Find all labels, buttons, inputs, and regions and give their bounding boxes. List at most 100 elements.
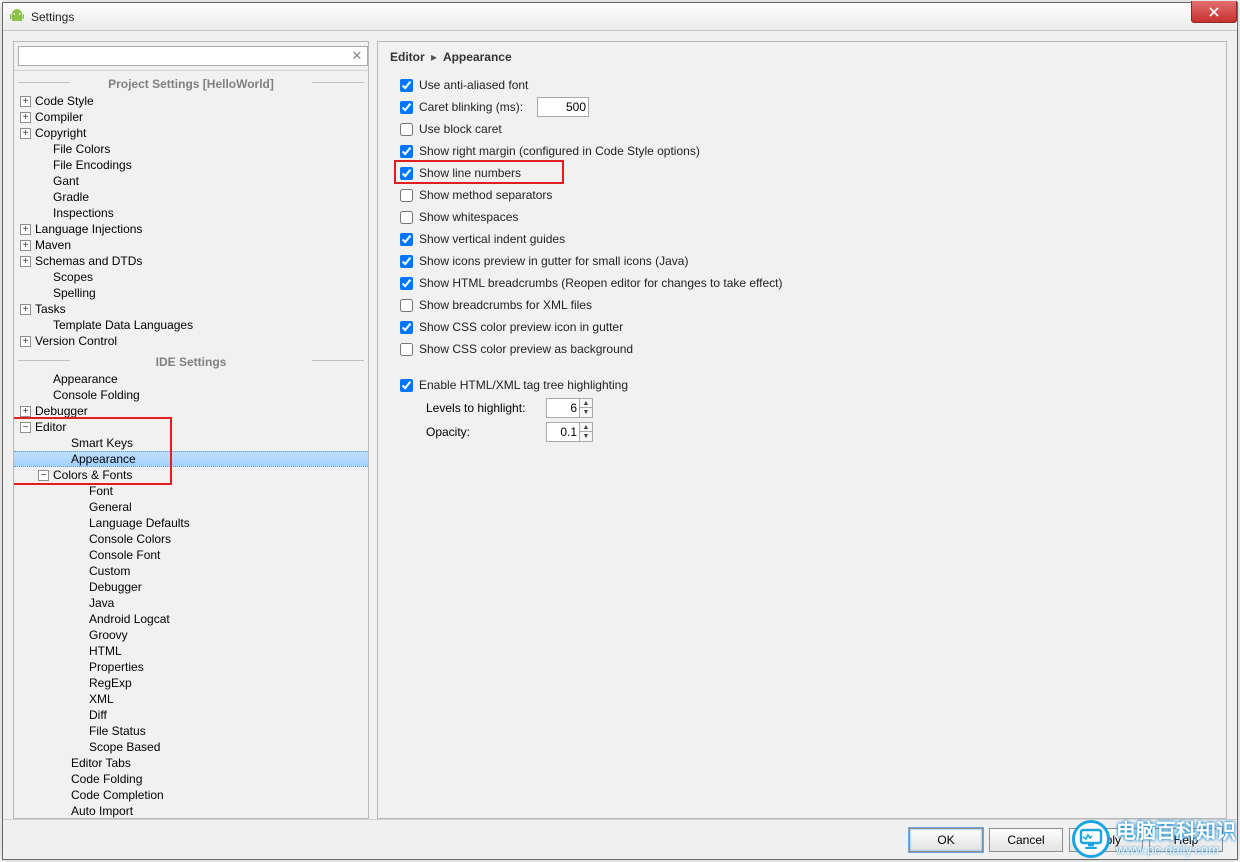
tree-item[interactable]: Gant <box>14 173 368 189</box>
expand-icon[interactable]: + <box>20 240 31 251</box>
window-title: Settings <box>31 10 74 24</box>
close-button[interactable] <box>1191 1 1237 23</box>
tree-item[interactable]: Appearance <box>14 451 368 467</box>
app-icon <box>9 9 25 25</box>
tree-item[interactable]: File Status <box>14 723 368 739</box>
option-checkbox[interactable] <box>400 189 413 202</box>
expand-icon[interactable]: + <box>20 224 31 235</box>
tree-item-label: Auto Import <box>71 803 133 818</box>
option-row: Use anti-aliased font <box>400 74 1214 96</box>
expand-icon[interactable]: + <box>20 128 31 139</box>
tree-item-label: Gant <box>53 173 79 189</box>
tree-item[interactable]: Console Font <box>14 547 368 563</box>
watermark: 电脑百科知识 www.pc-daily.com <box>1072 820 1236 858</box>
tree-item[interactable]: Font <box>14 483 368 499</box>
tree-item[interactable]: +Code Style <box>14 93 368 109</box>
opacity-input[interactable] <box>546 422 580 442</box>
tree-item[interactable]: Code Folding <box>14 771 368 787</box>
tree-item[interactable]: Properties <box>14 659 368 675</box>
tree-item-label: Tasks <box>35 301 66 317</box>
tree-item[interactable]: +Version Control <box>14 333 368 349</box>
option-checkbox[interactable] <box>400 145 413 158</box>
tree-item[interactable]: Scope Based <box>14 739 368 755</box>
expand-icon[interactable]: + <box>20 112 31 123</box>
tree-item-label: Console Colors <box>89 531 171 547</box>
tree-item[interactable]: +Compiler <box>14 109 368 125</box>
tree-item[interactable]: Spelling <box>14 285 368 301</box>
watermark-line2: www.pc-daily.com <box>1116 843 1236 857</box>
option-checkbox[interactable] <box>400 79 413 92</box>
expand-icon[interactable]: + <box>20 256 31 267</box>
tree-item[interactable]: Custom <box>14 563 368 579</box>
option-checkbox[interactable] <box>400 255 413 268</box>
option-label: Show HTML breadcrumbs (Reopen editor for… <box>419 276 783 290</box>
tree-item[interactable]: HTML <box>14 643 368 659</box>
tree-item[interactable]: Appearance <box>14 371 368 387</box>
enable-html-highlight-checkbox[interactable] <box>400 379 413 392</box>
tree-item[interactable]: General <box>14 499 368 515</box>
levels-input[interactable] <box>546 398 580 418</box>
option-checkbox[interactable] <box>400 299 413 312</box>
tree-item[interactable]: Groovy <box>14 627 368 643</box>
tree-item[interactable]: Inspections <box>14 205 368 221</box>
tree-item[interactable]: +Maven <box>14 237 368 253</box>
settings-content-panel: Editor ▸ Appearance Use anti-aliased fon… <box>377 41 1227 819</box>
option-checkbox[interactable] <box>400 343 413 356</box>
expand-icon[interactable]: + <box>20 96 31 107</box>
tree-item[interactable]: Code Completion <box>14 787 368 803</box>
option-checkbox[interactable] <box>400 211 413 224</box>
monitor-icon <box>1072 820 1110 858</box>
settings-tree[interactable]: Project Settings [HelloWorld]+Code Style… <box>14 71 368 818</box>
tree-item[interactable]: Auto Import <box>14 803 368 818</box>
option-row: Show CSS color preview icon in gutter <box>400 316 1214 338</box>
caret-blink-input[interactable] <box>537 97 589 117</box>
tree-item[interactable]: Smart Keys <box>14 435 368 451</box>
opacity-spinner[interactable]: ▲▼ <box>580 422 593 442</box>
tree-item-label: Language Injections <box>35 221 142 237</box>
tree-item[interactable]: Android Logcat <box>14 611 368 627</box>
clear-search-icon[interactable]: ✕ <box>350 49 364 63</box>
option-checkbox[interactable] <box>400 167 413 180</box>
tree-item[interactable]: XML <box>14 691 368 707</box>
tree-item[interactable]: + Language Injections <box>14 221 368 237</box>
search-input[interactable] <box>18 46 368 66</box>
expand-icon[interactable]: + <box>20 304 31 315</box>
option-row: Show method separators <box>400 184 1214 206</box>
option-checkbox[interactable] <box>400 321 413 334</box>
expand-icon[interactable]: + <box>20 406 31 417</box>
tree-item[interactable]: −Editor <box>14 419 368 435</box>
option-checkbox[interactable] <box>400 101 413 114</box>
tree-item[interactable]: −Colors & Fonts <box>14 467 368 483</box>
expand-icon[interactable]: + <box>20 336 31 347</box>
tree-item[interactable]: Editor Tabs <box>14 755 368 771</box>
tree-item[interactable]: Scopes <box>14 269 368 285</box>
option-checkbox[interactable] <box>400 277 413 290</box>
tree-item[interactable]: Language Defaults <box>14 515 368 531</box>
tree-item[interactable]: Diff <box>14 707 368 723</box>
tree-item[interactable]: +Debugger <box>14 403 368 419</box>
tree-item[interactable]: Template Data Languages <box>14 317 368 333</box>
option-label: Caret blinking (ms): <box>419 100 523 114</box>
tree-item[interactable]: Java <box>14 595 368 611</box>
collapse-icon[interactable]: − <box>38 470 49 481</box>
option-checkbox[interactable] <box>400 123 413 136</box>
levels-spinner[interactable]: ▲▼ <box>580 398 593 418</box>
ok-button[interactable]: OK <box>909 828 983 852</box>
tree-item[interactable]: Console Colors <box>14 531 368 547</box>
collapse-icon[interactable]: − <box>20 422 31 433</box>
section-label: Project Settings [HelloWorld] <box>14 71 368 93</box>
option-label: Show right margin (configured in Code St… <box>419 144 700 158</box>
tree-item[interactable]: File Encodings <box>14 157 368 173</box>
tree-item[interactable]: Debugger <box>14 579 368 595</box>
tree-item[interactable]: +Copyright <box>14 125 368 141</box>
tree-item[interactable]: Console Folding <box>14 387 368 403</box>
cancel-button[interactable]: Cancel <box>989 828 1063 852</box>
tree-item[interactable]: File Colors <box>14 141 368 157</box>
tree-item[interactable]: +Schemas and DTDs <box>14 253 368 269</box>
dialog-button-bar: OK Cancel Apply Help <box>3 819 1237 859</box>
tree-item[interactable]: Gradle <box>14 189 368 205</box>
option-checkbox[interactable] <box>400 233 413 246</box>
tree-item-label: Smart Keys <box>71 435 133 451</box>
tree-item[interactable]: RegExp <box>14 675 368 691</box>
tree-item[interactable]: + Tasks <box>14 301 368 317</box>
